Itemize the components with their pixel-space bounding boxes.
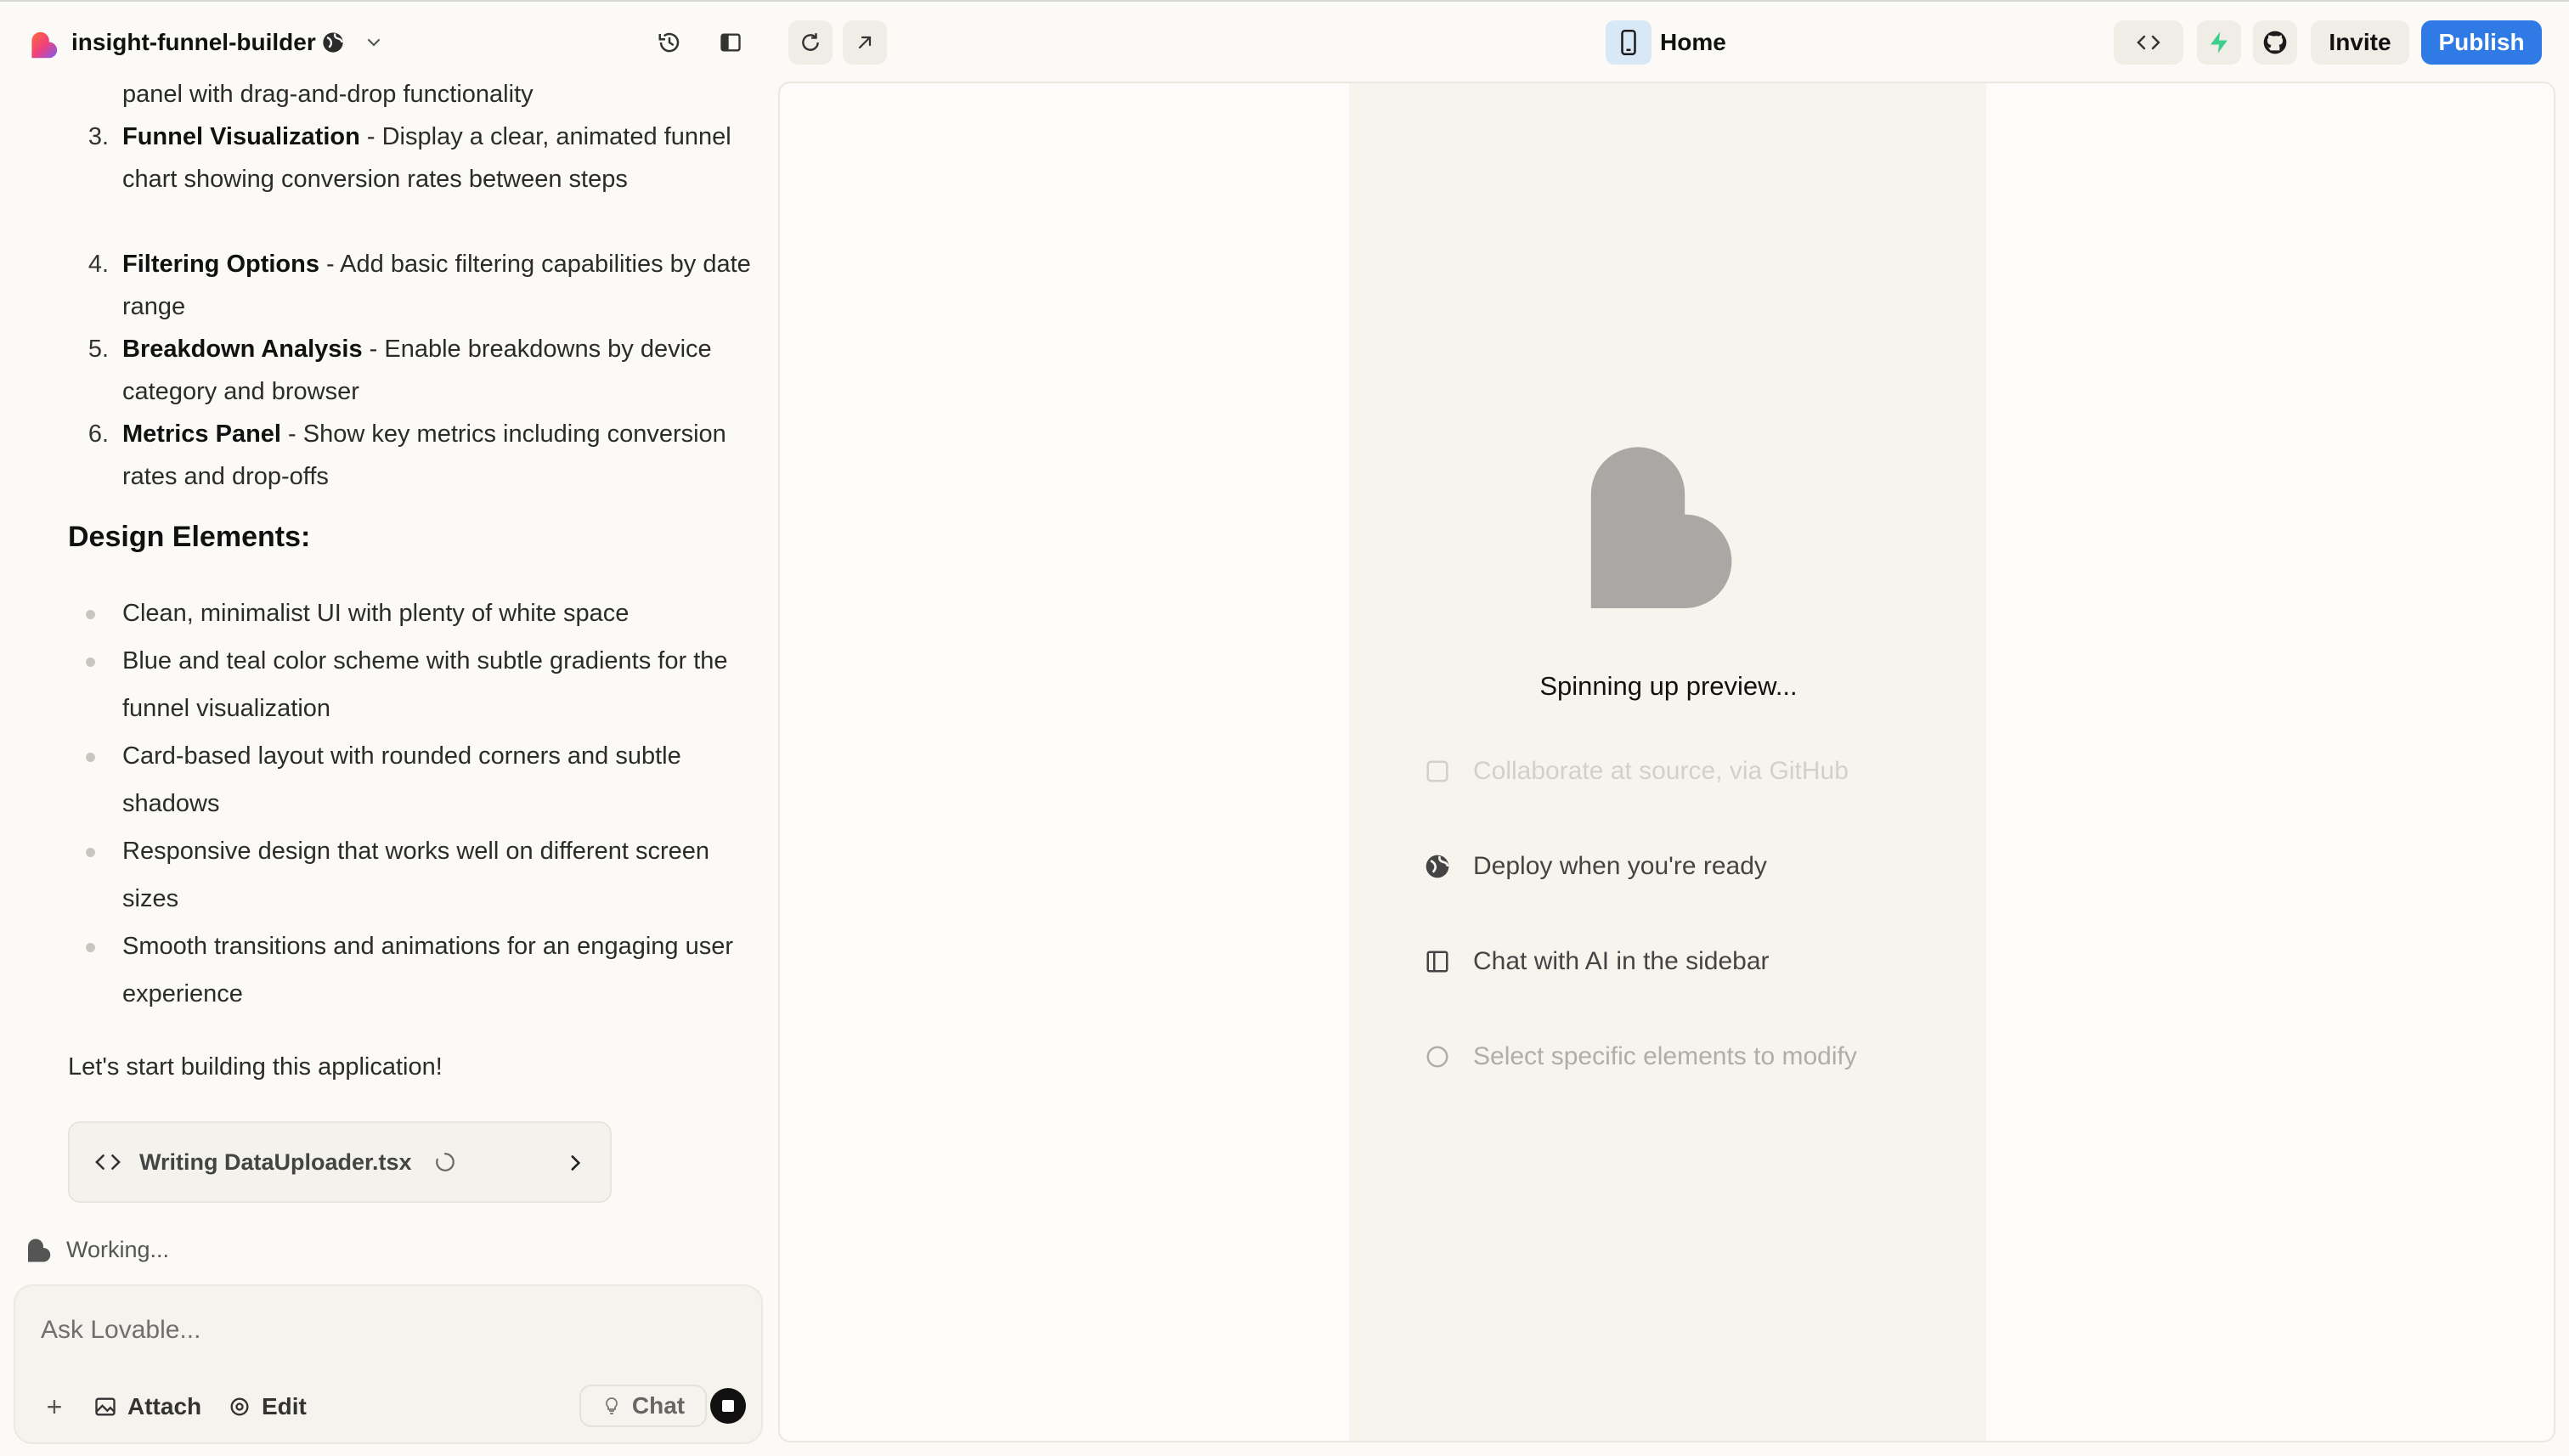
chevron-right-icon <box>571 1155 581 1171</box>
feature-text: Deploy when you're ready <box>1473 852 1767 880</box>
list-item-text: Clean, minimalist UI with plenty of whit… <box>122 600 630 627</box>
mobile-device-icon[interactable] <box>1606 20 1652 65</box>
lovable-heart-loader-icon <box>1587 445 1750 612</box>
plus-icon[interactable]: + <box>37 1390 71 1424</box>
image-icon <box>95 1397 116 1416</box>
github-icon[interactable] <box>2253 20 2297 65</box>
list-item-text: panel with drag-and-drop functionality <box>122 81 534 108</box>
file-card-label: Writing DataUploader.tsx <box>139 1148 412 1175</box>
list-item-text: Smooth transitions and animations for an… <box>122 933 733 1007</box>
top-bar: insight-funnel-builder Home Invite Publi… <box>0 2 2569 80</box>
github-outline-icon <box>1422 756 1453 787</box>
attach-button[interactable]: Attach <box>93 1388 201 1425</box>
stop-button[interactable] <box>710 1388 746 1424</box>
lightbulb-icon <box>605 1397 618 1414</box>
invite-button[interactable]: Invite <box>2311 20 2409 65</box>
preview-panel: Spinning up preview... Collaborate at so… <box>778 82 2555 1442</box>
section-heading: Design Elements: <box>68 521 311 553</box>
list-item-text: Blue and teal color scheme with subtle g… <box>122 647 728 722</box>
publish-button[interactable]: Publish <box>2421 20 2542 65</box>
lovable-heart-icon <box>28 1239 51 1261</box>
edit-button[interactable]: Edit <box>228 1388 307 1425</box>
bullet-dot <box>86 657 95 667</box>
feature-text: Collaborate at source, via GitHub <box>1473 757 1849 785</box>
target-icon <box>230 1397 249 1416</box>
lovable-logo-icon[interactable] <box>25 27 61 63</box>
status-text: Working... <box>66 1237 170 1262</box>
refresh-icon[interactable] <box>788 20 833 65</box>
feature-text: Select specific elements to modify <box>1473 1042 1857 1070</box>
chat-mode-label: Chat <box>631 1392 686 1419</box>
list-number: 6. <box>88 420 109 448</box>
feature-item: Collaborate at source, via GitHub <box>1422 748 1898 795</box>
feature-item: Chat with AI in the sidebar <box>1422 938 1898 985</box>
open-external-icon[interactable] <box>843 20 887 65</box>
list-item-title: Metrics Panel <box>122 420 281 448</box>
list-item-title: Breakdown Analysis <box>122 336 363 363</box>
route-label[interactable]: Home <box>1660 24 1726 61</box>
feature-text: Chat with AI in the sidebar <box>1473 947 1770 975</box>
attach-label: Attach <box>127 1393 202 1419</box>
list-item-title: Filtering Options <box>122 251 319 278</box>
history-icon[interactable] <box>647 20 692 65</box>
chat-mode-button[interactable]: Chat <box>579 1385 707 1427</box>
chevron-down-icon[interactable] <box>360 27 387 58</box>
bullet-dot <box>86 610 95 619</box>
list-item-text: Card-based layout with rounded corners a… <box>122 742 681 817</box>
list-number: 3. <box>88 123 109 150</box>
chat-composer: + Attach Edit Chat <box>14 1284 763 1444</box>
edit-label: Edit <box>262 1393 307 1419</box>
list-number: 4. <box>88 251 109 278</box>
sidebar-icon <box>1422 946 1453 977</box>
closing-message: Let's start building this application! <box>68 1053 443 1081</box>
bullet-dot <box>86 943 95 952</box>
code-icon <box>95 1154 121 1170</box>
globe-icon <box>1422 851 1453 882</box>
loading-text: Spinning up preview... <box>1539 671 1798 701</box>
code-view-button[interactable] <box>2114 20 2183 65</box>
feature-item: Select specific elements to modify <box>1422 1033 1898 1081</box>
chat-panel: panel with drag-and-drop functionality 3… <box>0 80 778 1456</box>
bullet-dot <box>86 753 95 762</box>
feature-item: Deploy when you're ready <box>1422 843 1898 890</box>
sidebar-toggle-icon[interactable] <box>709 20 753 65</box>
list-number: 5. <box>88 336 109 363</box>
circle-icon <box>1422 1041 1453 1072</box>
bullet-dot <box>86 848 95 857</box>
supabase-icon[interactable] <box>2197 20 2241 65</box>
chat-input[interactable] <box>41 1312 737 1349</box>
project-name[interactable]: insight-funnel-builder <box>71 24 316 61</box>
list-item-text: Responsive design that works well on dif… <box>122 838 710 912</box>
globe-icon[interactable] <box>318 27 348 58</box>
working-status: Working... <box>25 1237 169 1263</box>
spinner-icon <box>435 1153 455 1171</box>
stop-icon <box>722 1400 734 1412</box>
list-item-title: Funnel Visualization <box>122 123 360 150</box>
file-progress-card[interactable]: Writing DataUploader.tsx <box>68 1121 612 1203</box>
